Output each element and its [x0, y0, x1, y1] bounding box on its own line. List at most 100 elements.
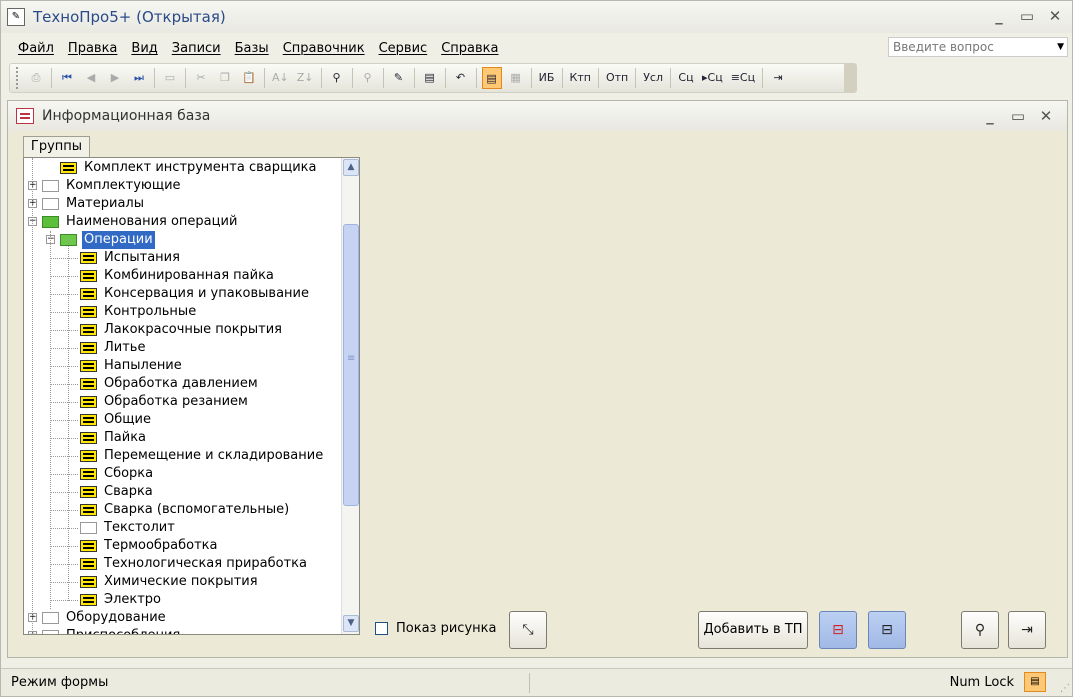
- menu-item-1[interactable]: Правка: [68, 41, 117, 56]
- app-icon[interactable]: ✎: [7, 8, 25, 26]
- tree-item[interactable]: Комплект инструмента сварщика: [60, 159, 318, 177]
- tree-item[interactable]: Электро: [80, 591, 163, 609]
- menu-item-6[interactable]: Сервис: [379, 41, 428, 56]
- tree-item[interactable]: Термообработка: [80, 537, 220, 555]
- status-numlock: Num Lock: [949, 675, 1014, 690]
- sort-descending-icon[interactable]: Z↓: [295, 67, 316, 89]
- tree-item[interactable]: Операции: [60, 231, 155, 249]
- toolbar-button-sc-arrow[interactable]: ▸Сц: [700, 67, 725, 89]
- toolbar-button-ktp[interactable]: Ктп: [568, 67, 593, 89]
- insert-before-button[interactable]: ⊟: [819, 611, 857, 649]
- tree-item[interactable]: Испытания: [80, 249, 182, 267]
- tree-item[interactable]: Комбинированная пайка: [80, 267, 276, 285]
- show-picture-checkbox[interactable]: [375, 622, 388, 635]
- tree-item[interactable]: Перемещение и складирование: [80, 447, 325, 465]
- tree-item[interactable]: Лакокрасочные покрытия: [80, 321, 284, 339]
- tree-item[interactable]: Материалы: [42, 195, 146, 213]
- tree-item[interactable]: Сварка: [80, 483, 155, 501]
- tree-item[interactable]: Напыление: [80, 357, 184, 375]
- list-group-icon: [80, 252, 97, 264]
- help-dropdown-icon[interactable]: ▼: [1057, 38, 1064, 56]
- tree-item[interactable]: Консервация и упаковывание: [80, 285, 311, 303]
- tree-item[interactable]: Обработка резанием: [80, 393, 250, 411]
- tree-item-label: Пайка: [104, 430, 147, 445]
- scroll-down-icon[interactable]: ▼: [343, 615, 359, 632]
- tree-item[interactable]: Оборудование: [42, 609, 168, 627]
- table-view-icon[interactable]: ▦: [506, 67, 526, 89]
- child-close-button[interactable]: ✕: [1037, 107, 1055, 125]
- toolbar-button-sc[interactable]: Сц: [676, 67, 696, 89]
- tree-item[interactable]: Текстолит: [80, 519, 177, 537]
- first-record-icon[interactable]: ⏮: [57, 67, 77, 89]
- minimize-button[interactable]: _: [990, 7, 1008, 25]
- tree-scrollbar[interactable]: ▲ ▼: [341, 158, 359, 634]
- groups-tree[interactable]: ▲ ▼ Комплект инструмента сварщика Комплек…: [23, 157, 360, 635]
- sort-ascending-icon[interactable]: A↓: [270, 67, 291, 89]
- find-next-icon[interactable]: ⚲: [358, 67, 378, 89]
- tree-item[interactable]: Наименования операций: [42, 213, 239, 231]
- tree-item[interactable]: Приспособления: [42, 627, 182, 634]
- cut-icon[interactable]: ✂: [191, 67, 211, 89]
- tree-item-label: Лакокрасочные покрытия: [104, 322, 282, 337]
- last-record-icon[interactable]: ⏭: [129, 67, 149, 89]
- exit-icon[interactable]: ⇥: [768, 67, 788, 89]
- insert-after-icon: ⊟: [881, 622, 893, 638]
- prev-record-icon[interactable]: ◀: [81, 67, 101, 89]
- toolbar-button-sc-list[interactable]: ≡Сц: [729, 67, 757, 89]
- find-button[interactable]: ⚲: [961, 611, 999, 649]
- maximize-button[interactable]: ▭: [1018, 7, 1036, 25]
- toolbar-grip[interactable]: [16, 67, 20, 89]
- undo-icon[interactable]: ↶: [451, 67, 471, 89]
- exit-button[interactable]: ⇥: [1008, 611, 1046, 649]
- toolbar-options-icon[interactable]: [844, 64, 856, 92]
- tree-item[interactable]: Химические покрытия: [80, 573, 260, 591]
- child-maximize-button[interactable]: ▭: [1009, 107, 1027, 125]
- help-search-input[interactable]: Введите вопрос ▼: [888, 37, 1068, 57]
- status-separator: [529, 672, 530, 693]
- menu-item-0[interactable]: Файл: [18, 41, 54, 56]
- toolbar-separator: [320, 68, 322, 88]
- insert-after-button[interactable]: ⊟: [868, 611, 906, 649]
- form-window-icon[interactable]: [16, 108, 34, 124]
- tree-item[interactable]: Сварка (вспомогательные): [80, 501, 291, 519]
- menu-item-4[interactable]: Базы: [235, 41, 269, 56]
- tree-item[interactable]: Общие: [80, 411, 153, 429]
- toolbar-button-ib[interactable]: ИБ: [537, 67, 557, 89]
- scroll-thumb[interactable]: [343, 224, 359, 506]
- tree-item[interactable]: Обработка давлением: [80, 375, 260, 393]
- menu-item-3[interactable]: Записи: [172, 41, 221, 56]
- menu-item-7[interactable]: Справка: [441, 41, 498, 56]
- show-picture-label: Показ рисунка: [396, 621, 497, 636]
- picture-button[interactable]: ⤡: [509, 611, 547, 649]
- form-view-icon[interactable]: ▤: [481, 67, 502, 89]
- new-record-icon[interactable]: ▭: [160, 67, 180, 89]
- tree-connector-line: [50, 330, 78, 331]
- menu-item-5[interactable]: Справочник: [283, 41, 365, 56]
- form-icon[interactable]: ▤: [420, 67, 440, 89]
- next-record-icon[interactable]: ▶: [105, 67, 125, 89]
- status-form-view-icon[interactable]: ▤: [1024, 672, 1046, 692]
- tree-item[interactable]: Пайка: [80, 429, 148, 447]
- list-group-icon: [80, 576, 97, 588]
- close-button[interactable]: ✕: [1046, 7, 1064, 25]
- tree-item[interactable]: Комплектующие: [42, 177, 183, 195]
- scroll-up-icon[interactable]: ▲: [343, 159, 359, 176]
- print-icon[interactable]: ⎙: [26, 67, 46, 89]
- toolbar-button-usl[interactable]: Усл: [641, 67, 665, 89]
- show-picture-control[interactable]: Показ рисунка: [375, 621, 496, 636]
- child-minimize-button[interactable]: _: [981, 107, 999, 125]
- toolbar-separator: [670, 68, 671, 88]
- tree-item[interactable]: Контрольные: [80, 303, 198, 321]
- tree-item[interactable]: Сборка: [80, 465, 155, 483]
- tree-item[interactable]: Технологическая приработка: [80, 555, 309, 573]
- toolbar-button-otp[interactable]: Отп: [604, 67, 630, 89]
- resize-grip-icon[interactable]: ⋰: [1060, 683, 1070, 694]
- tab-groups[interactable]: Группы: [23, 136, 90, 158]
- add-to-tp-button[interactable]: Добавить в ТП: [698, 611, 808, 649]
- edit-icon[interactable]: ✎: [389, 67, 409, 89]
- menu-item-2[interactable]: Вид: [131, 41, 157, 56]
- find-icon[interactable]: ⚲: [327, 67, 347, 89]
- tree-item[interactable]: Литье: [80, 339, 147, 357]
- copy-icon[interactable]: ❐: [215, 67, 235, 89]
- paste-icon[interactable]: 📋: [239, 67, 259, 89]
